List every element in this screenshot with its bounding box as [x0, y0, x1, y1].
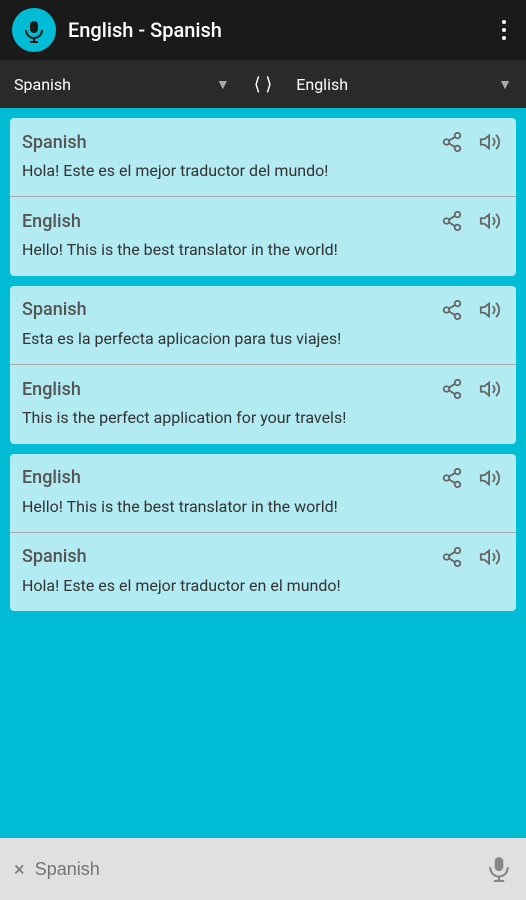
- section-translation-text: This is the perfect application for your…: [22, 407, 504, 437]
- section-header: Spanish: [22, 296, 504, 324]
- section-translation-text: Esta es la perfecta aplicacion para tus …: [22, 328, 504, 358]
- section-header: English: [22, 207, 504, 235]
- translation-card: Spanish Hola! Este es el mejor traductor…: [10, 118, 516, 276]
- share-button[interactable]: [438, 207, 466, 235]
- section-actions: [438, 207, 504, 235]
- speak-button[interactable]: [476, 207, 504, 235]
- translation-input[interactable]: [35, 859, 476, 880]
- section-language-label: English: [22, 379, 438, 400]
- clear-input-button[interactable]: ×: [14, 857, 25, 881]
- swap-icon: ⟨ ⟩: [254, 74, 273, 95]
- speak-button[interactable]: [476, 464, 504, 492]
- app-icon: [12, 8, 56, 52]
- section-actions: [438, 464, 504, 492]
- target-language-label: English: [296, 75, 492, 94]
- section-header: Spanish: [22, 543, 504, 571]
- translation-section: English Hello! This is the best translat…: [10, 196, 516, 275]
- menu-button[interactable]: [494, 12, 514, 48]
- source-lang-chevron-icon: ▼: [216, 76, 230, 93]
- speak-button[interactable]: [476, 296, 504, 324]
- section-actions: [438, 543, 504, 571]
- section-header: English: [22, 464, 504, 492]
- target-language-selector[interactable]: English ▼: [282, 75, 526, 94]
- translation-section: Spanish Esta es la perfecta aplicacion p…: [10, 286, 516, 364]
- language-bar: Spanish ▼ ⟨ ⟩ English ▼: [0, 60, 526, 108]
- section-language-label: Spanish: [22, 546, 438, 567]
- translation-section: Spanish Hola! Este es el mejor traductor…: [10, 118, 516, 196]
- top-bar: English - Spanish: [0, 0, 526, 60]
- source-language-label: Spanish: [14, 75, 210, 94]
- section-translation-text: Hola! Este es el mejor traductor del mun…: [22, 160, 504, 190]
- share-button[interactable]: [438, 128, 466, 156]
- section-language-label: English: [22, 211, 438, 232]
- translation-section: English This is the perfect application …: [10, 364, 516, 443]
- translation-section: Spanish Hola! Este es el mejor traductor…: [10, 532, 516, 611]
- translation-section: English Hello! This is the best translat…: [10, 454, 516, 532]
- speak-button[interactable]: [476, 128, 504, 156]
- section-language-label: Spanish: [22, 299, 438, 320]
- app-title: English - Spanish: [68, 18, 494, 42]
- share-button[interactable]: [438, 375, 466, 403]
- share-button[interactable]: [438, 296, 466, 324]
- microphone-button[interactable]: [486, 856, 512, 882]
- bottom-input-bar: ×: [0, 836, 526, 900]
- section-actions: [438, 296, 504, 324]
- translations-list: Spanish Hola! Este es el mejor traductor…: [0, 108, 526, 836]
- section-actions: [438, 375, 504, 403]
- section-language-label: English: [22, 467, 438, 488]
- section-header: Spanish: [22, 128, 504, 156]
- section-translation-text: Hello! This is the best translator in th…: [22, 239, 504, 269]
- target-lang-chevron-icon: ▼: [498, 76, 512, 93]
- source-language-selector[interactable]: Spanish ▼: [0, 75, 244, 94]
- section-actions: [438, 128, 504, 156]
- share-button[interactable]: [438, 543, 466, 571]
- section-header: English: [22, 375, 504, 403]
- translation-card: English Hello! This is the best translat…: [10, 454, 516, 612]
- speak-button[interactable]: [476, 375, 504, 403]
- speak-button[interactable]: [476, 543, 504, 571]
- share-button[interactable]: [438, 464, 466, 492]
- section-translation-text: Hello! This is the best translator in th…: [22, 496, 504, 526]
- section-translation-text: Hola! Este es el mejor traductor en el m…: [22, 575, 504, 605]
- section-language-label: Spanish: [22, 132, 438, 153]
- translation-card: Spanish Esta es la perfecta aplicacion p…: [10, 286, 516, 444]
- swap-languages-button[interactable]: ⟨ ⟩: [244, 74, 283, 95]
